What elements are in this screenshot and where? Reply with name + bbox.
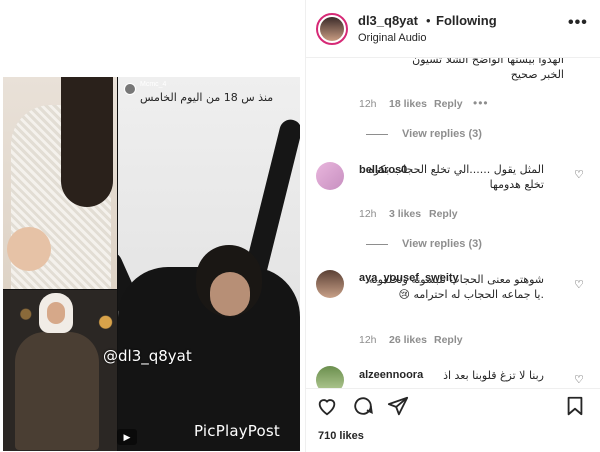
comment-text-partial: الهدوا بيستها الواضح الشلا تسيون الخبر ص… [412, 58, 564, 81]
comment-time: 12h [359, 208, 377, 220]
share-icon[interactable] [387, 395, 409, 417]
story-overlay: Mcmc_4 منذ س 18 من اليوم الخامس [124, 81, 294, 104]
heart-icon[interactable]: ♡ [574, 278, 584, 291]
action-bar [306, 388, 600, 418]
heart-icon[interactable] [316, 395, 338, 417]
post-media[interactable]: Mcmc_4 منذ س 18 من اليوم الخامس @dl3_q8y… [0, 0, 305, 452]
heart-icon[interactable]: ♡ [574, 168, 584, 181]
commenter-avatar[interactable] [316, 162, 344, 190]
watermark-handle: @dl3_q8yat [103, 347, 192, 365]
audio-link[interactable]: Original Audio [358, 32, 427, 44]
comment-likes[interactable]: 18 likes [389, 98, 427, 110]
comment-time: 12h [359, 334, 377, 346]
comment-reply-button[interactable]: Reply [429, 208, 458, 220]
collage-panel-top-left [3, 77, 117, 289]
follow-status-button[interactable]: Following [436, 13, 497, 28]
header-separator: • [426, 13, 431, 28]
play-icon[interactable]: ▶ [117, 429, 137, 445]
comment-likes[interactable]: 3 likes [389, 208, 421, 220]
story-avatar [124, 83, 136, 95]
heart-icon[interactable]: ♡ [574, 373, 584, 386]
post-sidebar: dl3_q8yat • Following Original Audio •••… [305, 0, 600, 452]
more-horizontal-icon[interactable]: ••• [568, 14, 588, 32]
comment-reply-button[interactable]: Reply [434, 334, 463, 346]
comment-reply-button[interactable]: Reply [434, 98, 463, 110]
comment-text: ربنا لا تزغ قلوبنا بعد اذ [443, 369, 544, 382]
comment-more-icon[interactable]: ••• [473, 96, 489, 110]
author-avatar[interactable] [316, 13, 348, 45]
story-username: Mcmc_4 [140, 81, 167, 88]
collage-panel-bottom-left [3, 290, 117, 451]
picplaypost-logo: PicPlayPost [194, 422, 280, 440]
story-subtitle: منذ س 18 من اليوم الخامس [140, 91, 274, 104]
view-replies-button[interactable]: View replies (3) [366, 238, 482, 250]
collage-panel-right: Mcmc_4 منذ س 18 من اليوم الخامس [118, 77, 300, 451]
bookmark-icon[interactable] [564, 395, 586, 417]
comment-text: المثل يقول ......الي تخلع الحجاب بكره تخ… [368, 163, 544, 191]
commenter-avatar[interactable] [316, 366, 344, 388]
comment-time: 12h [359, 98, 377, 110]
author-username[interactable]: dl3_q8yat [358, 13, 418, 28]
likes-count[interactable]: 710 likes [318, 430, 364, 442]
view-replies-button[interactable]: View replies (3) [366, 128, 482, 140]
comment-icon[interactable] [352, 395, 374, 417]
comment-text: شوهتو معنى الحجاب تلبسونه وتخلعونه .يا ج… [368, 273, 544, 301]
commenter-avatar[interactable] [316, 270, 344, 298]
comment-likes[interactable]: 26 likes [389, 334, 427, 346]
comments-list[interactable]: الهدوا بيستها الواضح الشلا تسيون الخبر ص… [306, 58, 600, 388]
collage-video[interactable]: Mcmc_4 منذ س 18 من اليوم الخامس @dl3_q8y… [3, 77, 300, 451]
post-header: dl3_q8yat • Following Original Audio ••• [306, 0, 600, 58]
